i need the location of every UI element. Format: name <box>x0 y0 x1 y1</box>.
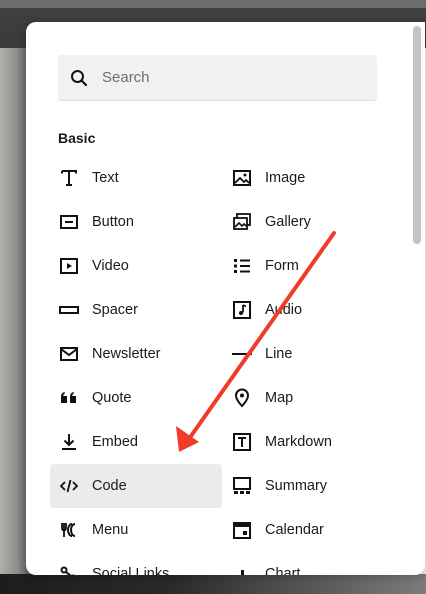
block-item-gallery[interactable]: Gallery <box>223 200 395 244</box>
block-item-label: Newsletter <box>92 346 161 362</box>
block-item-video[interactable]: Video <box>50 244 222 288</box>
block-item-label: Gallery <box>265 214 311 230</box>
block-item-calendar[interactable]: Calendar <box>223 508 395 552</box>
block-item-label: Embed <box>92 434 138 450</box>
gallery-icon <box>231 211 253 233</box>
line-icon <box>231 343 253 365</box>
block-item-chart[interactable]: Chart <box>223 552 395 575</box>
video-icon <box>58 255 80 277</box>
block-item-social-links[interactable]: Social Links <box>50 552 222 575</box>
code-icon <box>58 475 80 497</box>
menu-icon <box>58 519 80 541</box>
map-pin-icon <box>231 387 253 409</box>
block-item-label: Chart <box>265 566 301 575</box>
block-item-map[interactable]: Map <box>223 376 395 420</box>
block-item-label: Calendar <box>265 522 324 538</box>
block-item-label: Text <box>92 170 119 186</box>
block-item-embed[interactable]: Embed <box>50 420 222 464</box>
calendar-icon <box>231 519 253 541</box>
block-item-line[interactable]: Line <box>223 332 395 376</box>
audio-icon <box>231 299 253 321</box>
block-item-label: Code <box>92 478 127 494</box>
markdown-icon <box>231 431 253 453</box>
block-item-audio[interactable]: Audio <box>223 288 395 332</box>
quote-icon <box>58 387 80 409</box>
summary-icon <box>231 475 253 497</box>
block-item-label: Audio <box>265 302 303 318</box>
chart-icon <box>231 563 253 575</box>
block-item-summary[interactable]: Summary <box>223 464 395 508</box>
block-item-code[interactable]: Code <box>50 464 222 508</box>
search-icon <box>70 69 88 87</box>
embed-icon <box>58 431 80 453</box>
background-photo-bottom <box>0 574 426 594</box>
search-input[interactable] <box>100 68 364 87</box>
block-item-label: Line <box>265 346 293 362</box>
block-item-menu[interactable]: Menu <box>50 508 222 552</box>
button-icon <box>58 211 80 233</box>
add-block-panel: Basic Text Button Video Spacer Newslette… <box>26 22 425 575</box>
block-item-label: Spacer <box>92 302 138 318</box>
block-item-label: Menu <box>92 522 129 538</box>
text-icon <box>58 167 80 189</box>
block-item-image[interactable]: Image <box>223 156 395 200</box>
social-links-icon <box>58 563 80 575</box>
scrollbar-thumb[interactable] <box>413 26 421 244</box>
block-item-markdown[interactable]: Markdown <box>223 420 395 464</box>
search-box[interactable] <box>58 55 377 101</box>
block-item-label: Markdown <box>265 434 332 450</box>
newsletter-icon <box>58 343 80 365</box>
spacer-icon <box>58 299 80 321</box>
block-item-label: Map <box>265 390 294 406</box>
block-item-newsletter[interactable]: Newsletter <box>50 332 222 376</box>
block-item-form[interactable]: Form <box>223 244 395 288</box>
block-item-label: Form <box>265 258 299 274</box>
block-item-label: Button <box>92 214 134 230</box>
block-item-label: Video <box>92 258 129 274</box>
block-item-label: Quote <box>92 390 132 406</box>
image-icon <box>231 167 253 189</box>
block-item-label: Image <box>265 170 306 186</box>
section-title-basic: Basic <box>58 130 96 146</box>
block-item-label: Summary <box>265 478 328 494</box>
block-item-button[interactable]: Button <box>50 200 222 244</box>
block-item-label: Social Links <box>92 566 170 575</box>
block-item-spacer[interactable]: Spacer <box>50 288 222 332</box>
block-item-text[interactable]: Text <box>50 156 222 200</box>
form-icon <box>231 255 253 277</box>
block-item-quote[interactable]: Quote <box>50 376 222 420</box>
